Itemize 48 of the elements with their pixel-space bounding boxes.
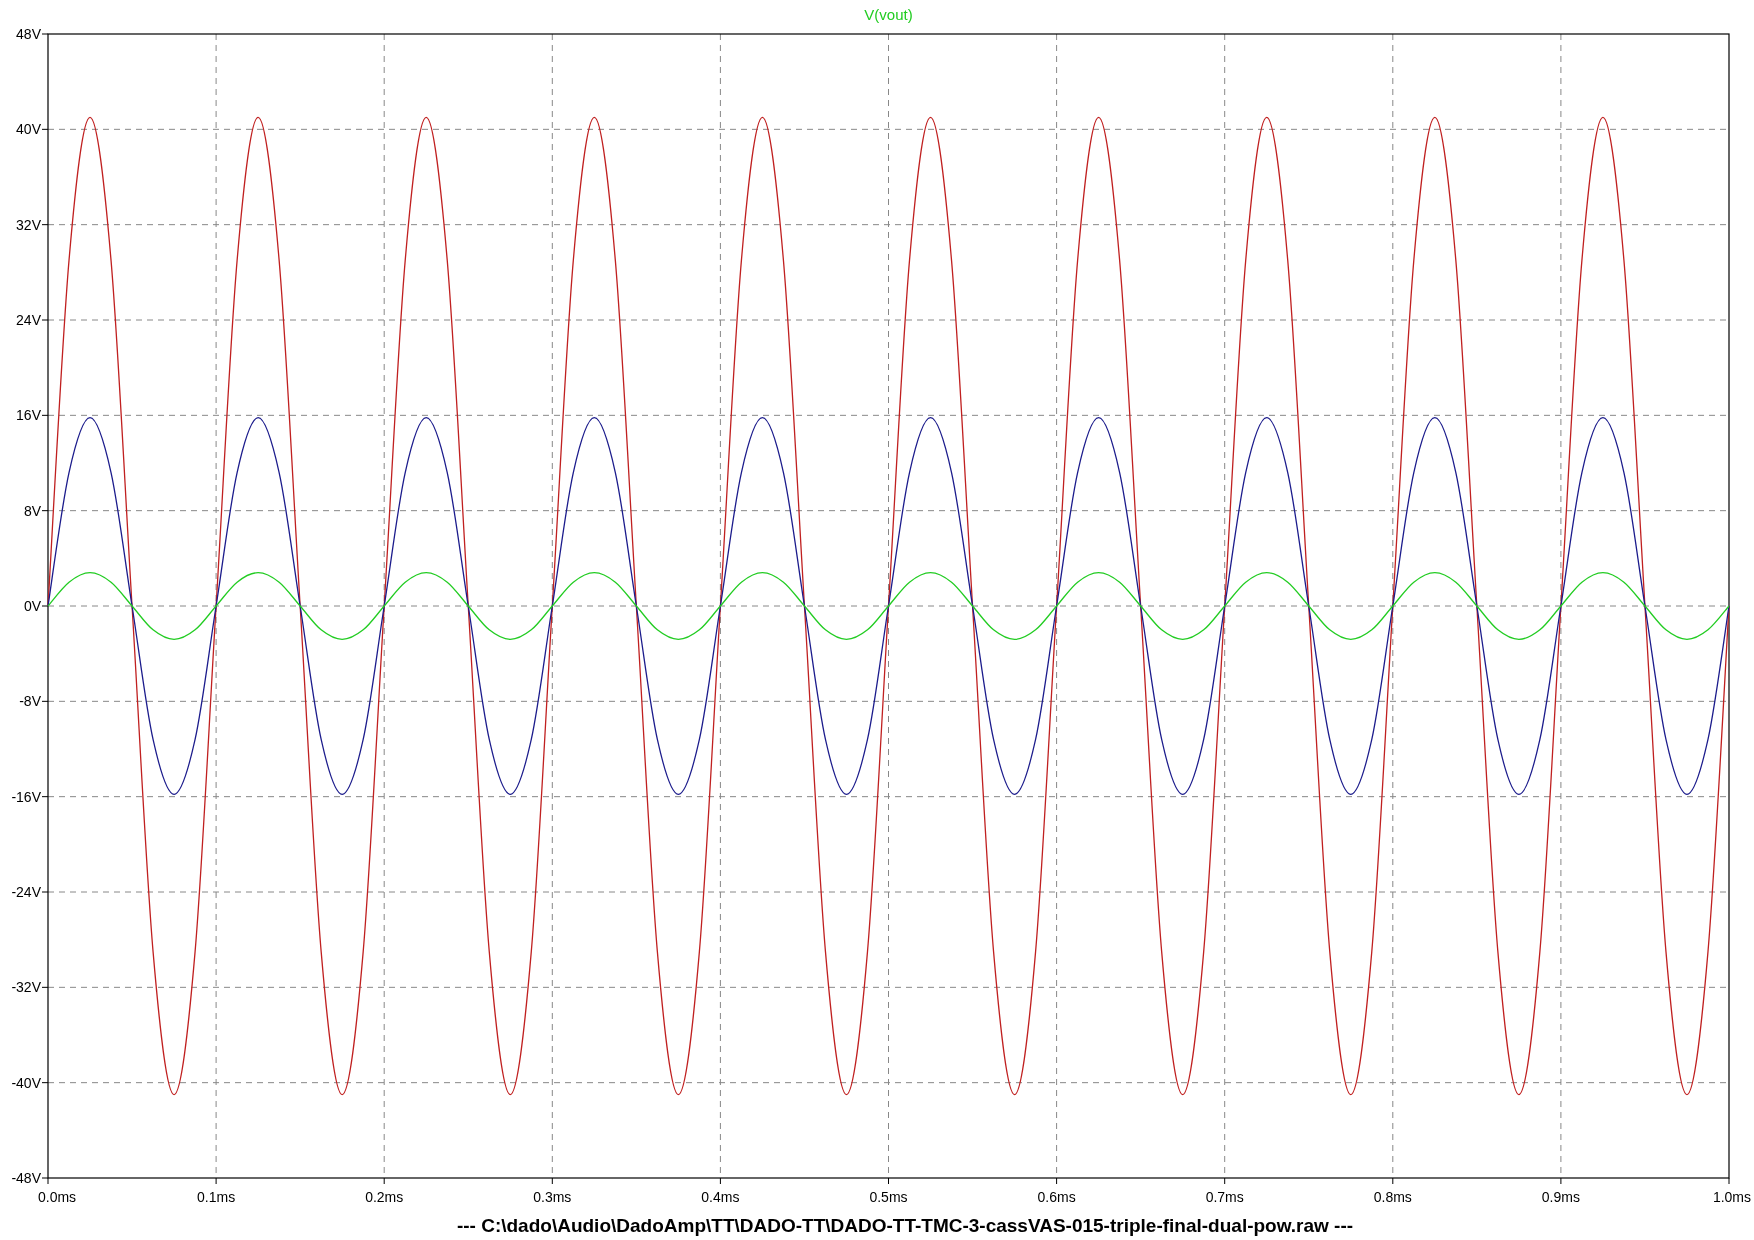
x-axis-label: 0.7ms xyxy=(1205,1189,1244,1205)
x-axis-label: 0.8ms xyxy=(1373,1189,1412,1205)
y-axis-label: 0V xyxy=(23,598,41,614)
x-axis-label: 0.0ms xyxy=(38,1189,77,1205)
x-axis-label: 0.1ms xyxy=(197,1189,236,1205)
y-axis-label: 24V xyxy=(16,312,41,328)
x-axis-label: 0.2ms xyxy=(365,1189,404,1205)
tick-mark xyxy=(41,319,49,321)
tick-mark xyxy=(1056,1177,1058,1185)
tick-mark xyxy=(41,891,49,893)
y-axis-label: -40V xyxy=(11,1074,41,1091)
tick-mark xyxy=(41,224,49,226)
x-axis-label: 0.6ms xyxy=(1037,1189,1076,1205)
y-axis-label: 8V xyxy=(23,502,41,519)
tick-mark xyxy=(719,1177,721,1185)
y-axis-label: 16V xyxy=(16,407,41,424)
y-axis-label: -32V xyxy=(11,979,41,996)
y-axis-label: 48V xyxy=(16,26,41,42)
file-path-title: --- C:\dado\Audio\DadoAmp\TT\DADO-TT\DADO-TT-TMC-3-cassVAS-015-triple-final-dual-pow.raw --- xyxy=(456,1215,1354,1236)
x-axis-label: 1.0ms xyxy=(1712,1189,1751,1205)
tick-mark xyxy=(41,796,49,798)
x-axis-label: 0.9ms xyxy=(1541,1189,1580,1205)
tick-mark xyxy=(1728,1177,1730,1185)
tick-mark xyxy=(1560,1177,1562,1185)
x-axis-label: 0.3ms xyxy=(533,1189,572,1205)
y-axis-label: -24V xyxy=(11,884,41,900)
tick-mark xyxy=(383,1177,385,1185)
tick-mark xyxy=(41,700,49,702)
tick-mark xyxy=(888,1177,889,1185)
x-axis-label: 0.5ms xyxy=(869,1189,908,1205)
y-axis-label: -48V xyxy=(11,1170,41,1186)
y-axis-label: 40V xyxy=(16,121,41,138)
x-axis-label: 0.4ms xyxy=(701,1189,740,1205)
tick-mark xyxy=(41,1082,49,1084)
y-axis-label: -16V xyxy=(11,788,41,805)
y-axis-label: -8V xyxy=(19,693,41,710)
tick-mark xyxy=(41,605,49,607)
tick-mark xyxy=(41,414,49,416)
tick-mark xyxy=(41,510,49,512)
trace-legend-label[interactable]: V(vout) xyxy=(864,6,913,23)
y-axis-label: 32V xyxy=(16,216,41,233)
tick-mark xyxy=(1392,1177,1394,1185)
tick-mark xyxy=(215,1177,217,1185)
tick-mark xyxy=(1224,1177,1226,1185)
tick-mark xyxy=(41,33,49,35)
tick-mark xyxy=(551,1177,553,1185)
tick-mark xyxy=(41,986,49,988)
tick-mark xyxy=(41,128,49,130)
